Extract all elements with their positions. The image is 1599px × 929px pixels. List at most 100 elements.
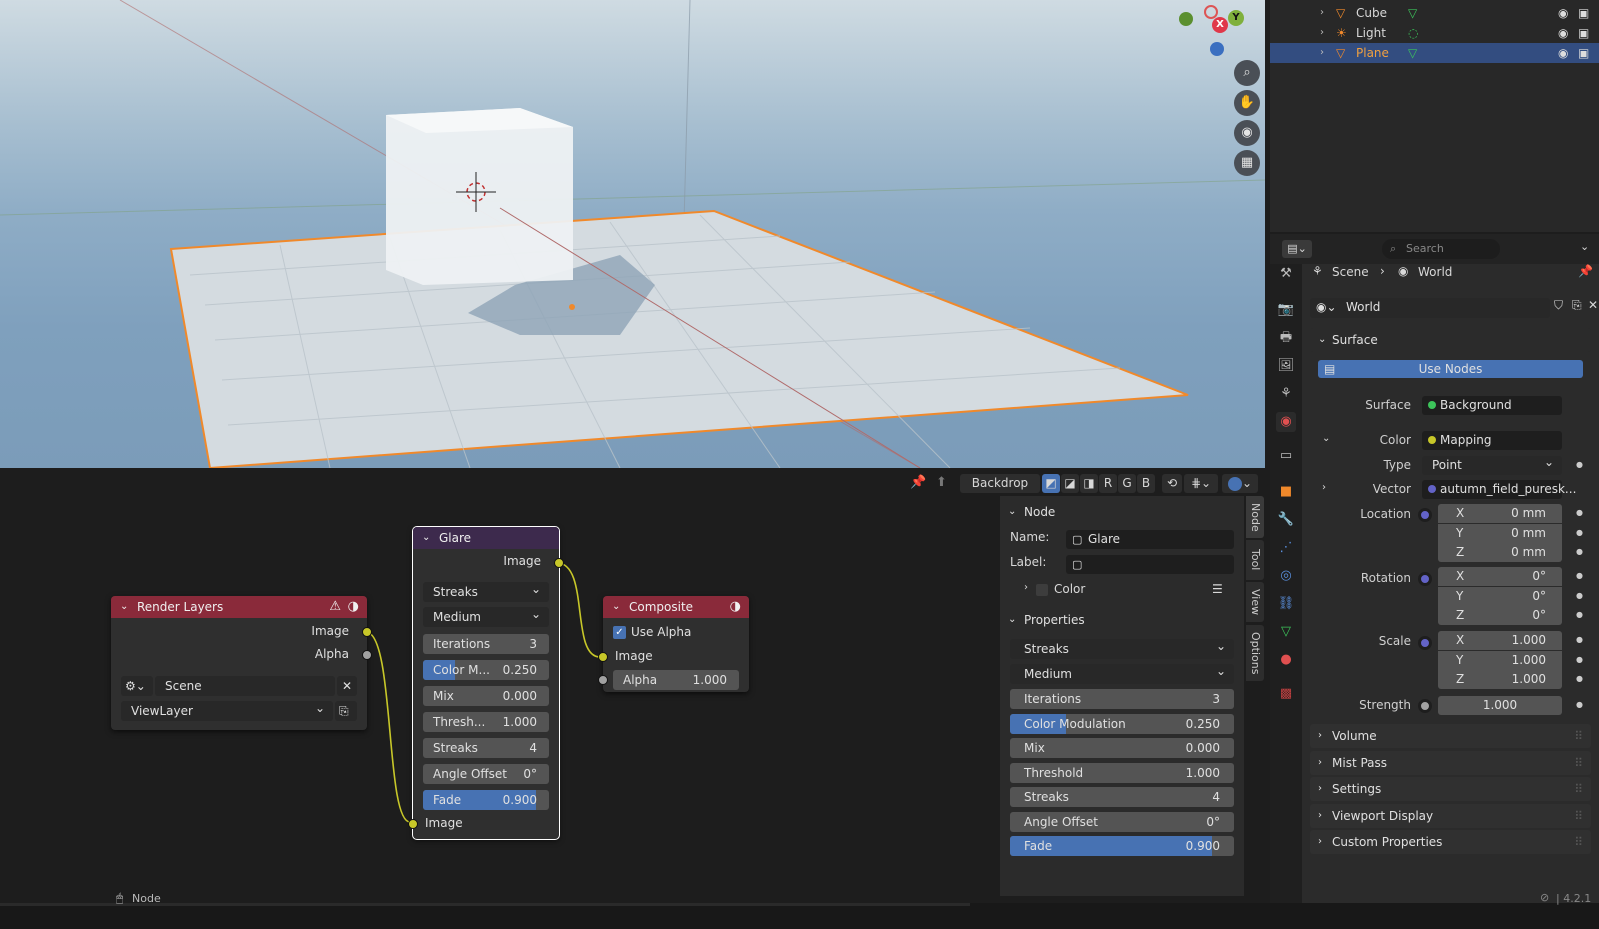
properties-editor[interactable]: ▤⌄ ⌕ Search ⌄ ⚒ 📷 🖶 🖼 ⚘ ◉ ▭ ■ 🔧 ⋰ ◎ ⛓ ▽ … (1270, 234, 1599, 903)
fake-user-icon[interactable]: ⛉ (1554, 298, 1563, 313)
close-icon[interactable]: ✕ (1588, 298, 1598, 312)
channel-b-button[interactable]: B (1137, 474, 1155, 493)
scene-selector-icon[interactable]: ⚙⌄ (121, 676, 153, 696)
use-alpha-checkbox[interactable]: ✓ (613, 626, 626, 639)
render-layers-alpha-socket[interactable] (362, 650, 372, 660)
glare-field-5[interactable]: Angle Offset 0° (423, 764, 549, 784)
glare-node[interactable]: ⌄ Glare Image Streaks Medium Iterations 3… (408, 526, 564, 840)
sidebar-glare-type-dropdown[interactable]: Streaks (1010, 636, 1234, 659)
composite-node-header[interactable]: ⌄ Composite ◑ (603, 596, 749, 618)
sidebar-field-2[interactable]: Mix 0.000 (1010, 738, 1234, 758)
keyframe-dot[interactable]: ● (1576, 655, 1583, 664)
keyframe-dot[interactable]: ● (1576, 635, 1583, 644)
list-icon[interactable]: ☰ (1212, 582, 1223, 596)
vector-link-field[interactable]: autumn_field_puresk... (1422, 480, 1576, 499)
camera-icon[interactable]: ◉ (1234, 120, 1260, 146)
object-tab-icon[interactable]: ■ (1276, 482, 1296, 502)
pin-icon[interactable]: 📌 (1578, 264, 1593, 278)
zoom-icon[interactable]: ⌕ (1234, 60, 1260, 86)
keyframe-dot[interactable]: ● (1576, 610, 1583, 619)
location-socket-icon[interactable] (1418, 508, 1432, 522)
keyframe-dot[interactable]: ● (1576, 528, 1583, 537)
output-tab-icon[interactable]: 🖶 (1276, 328, 1296, 348)
drag-handle-icon[interactable]: ⠿ (1574, 777, 1583, 801)
location-z-field[interactable]: Z 0 mm (1438, 543, 1562, 562)
location-x-field[interactable]: X 0 mm (1438, 504, 1562, 523)
rotation-y-field[interactable]: Y 0° (1438, 586, 1562, 606)
eye-icon[interactable]: ◉ (1558, 43, 1568, 63)
panel-mist-pass[interactable]: › Mist Pass ⠿ (1310, 750, 1591, 775)
strength-socket-icon[interactable] (1418, 699, 1432, 713)
panel-volume[interactable]: › Volume ⠿ (1310, 724, 1591, 748)
drag-handle-icon[interactable]: ⠿ (1574, 804, 1583, 828)
chevron-right-icon[interactable]: › (1024, 582, 1028, 593)
sidebar-field-0[interactable]: Iterations 3 (1010, 689, 1234, 709)
camera-icon[interactable]: ▣ (1578, 23, 1589, 43)
chevron-down-icon[interactable]: ⌄ (422, 527, 430, 549)
camera-icon[interactable]: ▣ (1578, 3, 1589, 23)
strength-field[interactable]: 1.000 (1438, 696, 1562, 715)
mapping-type-dropdown[interactable]: Point (1422, 453, 1562, 475)
node-name-field[interactable]: ▢ Glare (1066, 530, 1234, 549)
physics-tab-icon[interactable]: ◎ (1276, 566, 1296, 586)
sidebar-field-5[interactable]: Angle Offset 0° (1010, 811, 1234, 832)
compositor-node-editor[interactable]: 📌 ⬆ Backdrop ◩ ◪ ◨ R G B ⟲ ⋕⌄ ⌄ ⌄ Render… (0, 470, 1265, 903)
breadcrumb-scene[interactable]: Scene (1332, 265, 1369, 279)
breadcrumb-world[interactable]: World (1418, 265, 1452, 279)
material-tab-icon[interactable]: ● (1276, 650, 1296, 670)
camera-icon[interactable]: ▣ (1578, 43, 1589, 63)
backdrop-color-alpha-icon[interactable]: ◩ (1042, 474, 1060, 493)
backdrop-color-icon[interactable]: ◪ (1061, 474, 1079, 493)
render-tab-icon[interactable]: 📷 (1276, 300, 1296, 320)
glare-field-1[interactable]: Color M... 0.250 (423, 660, 549, 680)
modifier-tab-icon[interactable]: 🔧 (1276, 510, 1296, 530)
editor-type-icon[interactable]: ▤⌄ (1282, 240, 1312, 258)
keyframe-dot[interactable]: ● (1576, 547, 1583, 556)
keyframe-dot[interactable]: ● (1576, 674, 1583, 683)
chevron-right-icon[interactable]: › (1320, 43, 1324, 63)
scale-y-field[interactable]: Y 1.000 (1438, 650, 1562, 670)
sidebar-tab-options[interactable]: Options (1246, 625, 1264, 681)
clear-scene-icon[interactable]: ✕ (337, 676, 357, 696)
drag-handle-icon[interactable]: ⠿ (1574, 724, 1583, 748)
sidebar-tab-tool[interactable]: Tool (1246, 540, 1264, 580)
keyframe-dot[interactable]: ● (1576, 460, 1583, 469)
channel-g-button[interactable]: G (1118, 474, 1136, 493)
glare-quality-dropdown[interactable]: Medium (423, 604, 549, 627)
outliner-row-cube[interactable]: › ▽ Cube ▽ ◉ ▣ (1270, 3, 1599, 23)
keyframe-dot[interactable]: ● (1576, 700, 1583, 709)
scene-tab-icon[interactable]: ⚘ (1276, 384, 1296, 404)
panel-settings[interactable]: › Settings ⠿ (1310, 777, 1591, 801)
composite-node[interactable]: ⌄ Composite ◑ ✓ Use Alpha Image Alpha 1.… (598, 596, 749, 692)
snap-increment-icon[interactable]: ⋕⌄ (1184, 474, 1218, 493)
use-nodes-button[interactable]: ▤ Use Nodes (1318, 360, 1583, 378)
render-layers-node[interactable]: ⌄ Render Layers ⚠ ◑ Image Alpha ⚙⌄ Scene… (111, 596, 372, 730)
glare-field-4[interactable]: Streaks 4 (423, 738, 549, 758)
glare-output-socket[interactable] (554, 558, 564, 568)
sidebar-field-6[interactable]: Fade 0.900 (1010, 836, 1234, 856)
drag-handle-icon[interactable]: ⠿ (1574, 751, 1583, 775)
eye-icon[interactable]: ◉ (1558, 3, 1568, 23)
panel-viewport-display[interactable]: › Viewport Display ⠿ (1310, 803, 1591, 828)
render-layers-image-socket[interactable] (362, 627, 372, 637)
chevron-down-icon[interactable]: ⌄ (120, 596, 128, 618)
outliner-row-light[interactable]: › ☀ Light ◌ ◉ ▣ (1270, 23, 1599, 43)
scale-z-field[interactable]: Z 1.000 (1438, 670, 1562, 689)
sidebar-field-1[interactable]: Color Modulation 0.250 (1010, 713, 1234, 734)
node-label-field[interactable]: ▢ (1066, 555, 1234, 574)
location-y-field[interactable]: Y 0 mm (1438, 523, 1562, 543)
snap-icon[interactable]: ⟲ (1162, 474, 1182, 493)
sidebar-field-4[interactable]: Streaks 4 (1010, 787, 1234, 807)
panel-custom-properties[interactable]: › Custom Properties ⠿ (1310, 830, 1591, 854)
glare-input-socket[interactable] (408, 819, 418, 829)
outliner-row-plane[interactable]: › ▽ Plane ▽ ◉ ▣ (1270, 43, 1599, 63)
duplicate-icon[interactable]: ⎘ (1572, 298, 1582, 313)
eye-icon[interactable]: ◉ (1558, 23, 1568, 43)
data-tab-icon[interactable]: ▽ (1276, 622, 1296, 642)
composite-image-socket[interactable] (598, 652, 608, 662)
channel-r-button[interactable]: R (1099, 474, 1117, 493)
gizmo-neg-y[interactable] (1179, 12, 1193, 26)
gizmo-y-axis[interactable]: Y (1228, 10, 1244, 26)
composite-alpha-field[interactable]: Alpha 1.000 (613, 670, 739, 690)
particles-tab-icon[interactable]: ⋰ (1276, 538, 1296, 558)
